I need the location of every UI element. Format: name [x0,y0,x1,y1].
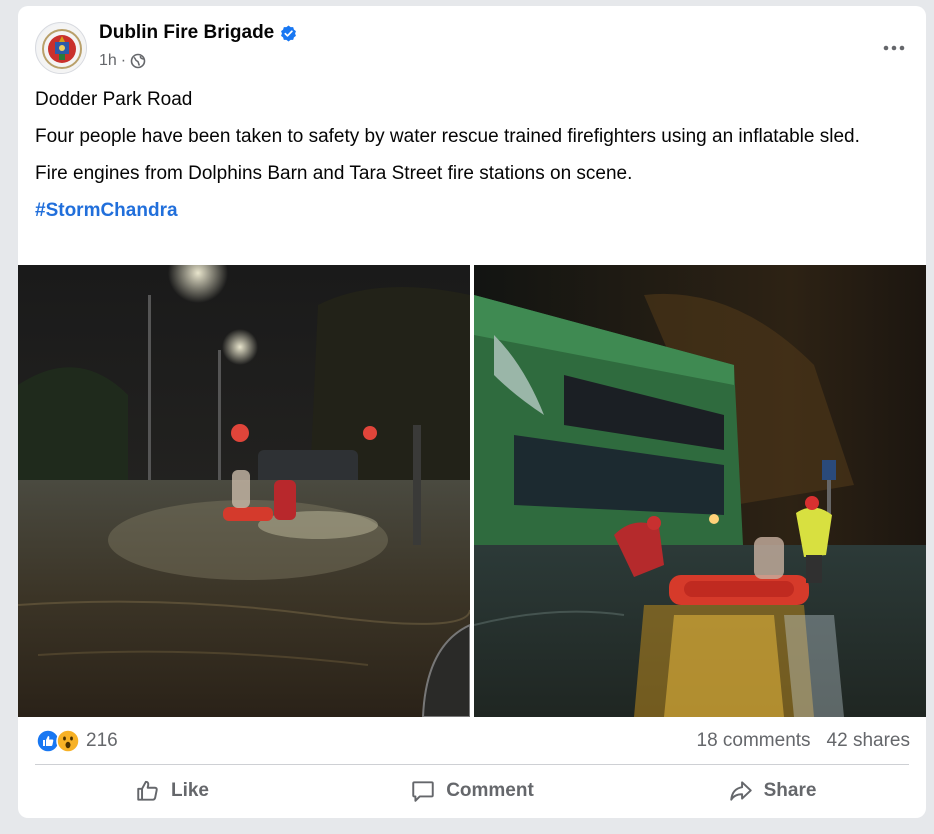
bus-rescue-image [474,265,926,717]
fire-brigade-crest-icon [37,24,86,73]
post-photo-bus-rescue[interactable] [474,265,926,717]
more-options-icon [883,45,905,51]
page-name-link[interactable]: Dublin Fire Brigade [99,22,274,44]
reactions-summary[interactable]: 216 [36,729,118,753]
flooded-road-image [18,265,470,717]
globe-icon [130,53,146,69]
meta-separator: · [120,52,127,69]
like-button[interactable]: Like [22,768,322,814]
like-label: Like [170,780,210,801]
post-text: Dodder Park Road Four people have been t… [35,86,905,234]
share-label: Share [763,780,817,801]
more-options-button[interactable] [876,30,912,66]
post-body-line: Four people have been taken to safety by… [35,126,860,147]
action-divider [35,764,909,765]
post-card: Dublin Fire Brigade 1h · Dodder Park Roa… [18,6,926,818]
post-stats-bar: 216 18 comments 42 shares [18,717,926,765]
share-arrow-icon [729,781,752,801]
comment-icon [412,781,434,802]
comments-count-link[interactable]: 18 comments [697,730,811,752]
thumbs-up-icon [137,780,158,801]
wow-reaction-icon [56,729,80,753]
comment-button[interactable]: Comment [322,768,622,814]
post-meta: 1h · [99,52,146,70]
share-button[interactable]: Share [622,768,922,814]
post-header: Dublin Fire Brigade 1h · [18,6,926,86]
comment-label: Comment [446,780,534,801]
verified-badge-icon [281,25,297,41]
hashtag-link[interactable]: #StormChandra [35,200,178,221]
shares-count-link[interactable]: 42 shares [827,730,910,752]
reaction-count: 216 [86,730,118,751]
post-location-line: Dodder Park Road [35,89,193,110]
post-photo-flooded-road[interactable] [18,265,470,717]
page-avatar[interactable] [35,22,87,74]
post-actions: Like Comment Share [22,768,922,814]
post-body-line: Fire engines from Dolphins Barn and Tara… [35,163,633,184]
photo-grid [18,265,926,717]
post-timestamp[interactable]: 1h [99,52,117,70]
